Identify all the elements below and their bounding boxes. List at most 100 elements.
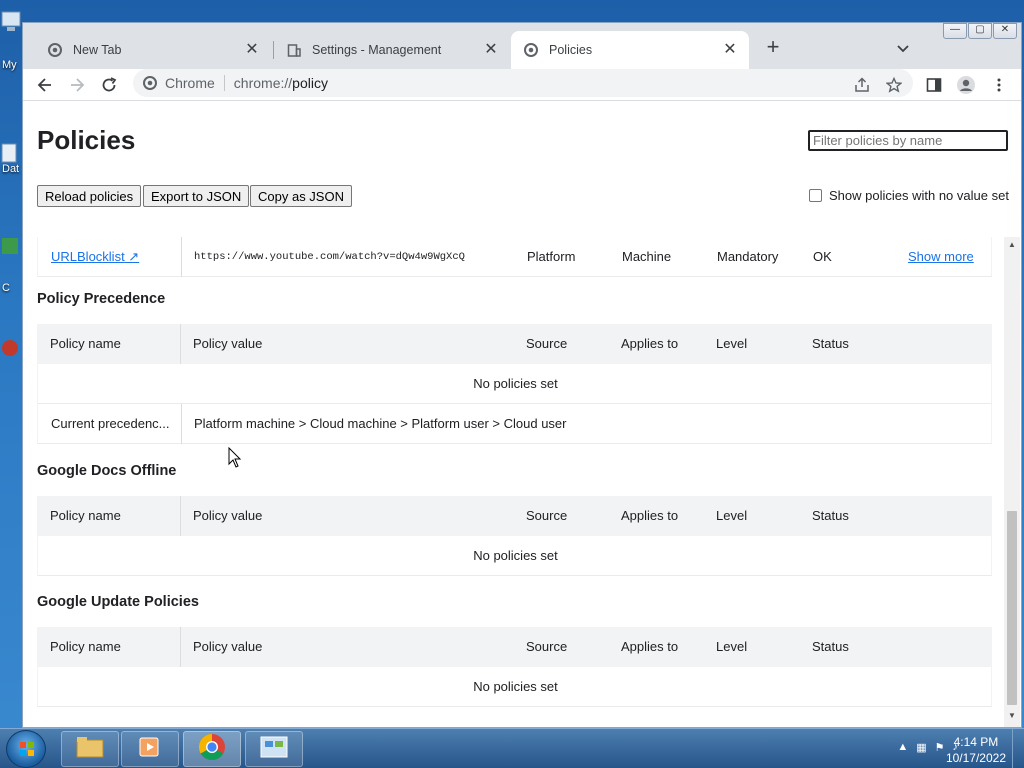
header-applies-to: Applies to xyxy=(621,639,679,654)
desktop-app-icon-green[interactable] xyxy=(0,232,22,262)
vertical-scrollbar[interactable]: ▲ ▼ xyxy=(1004,237,1020,727)
reload-button[interactable] xyxy=(95,71,123,99)
column-divider xyxy=(180,496,181,536)
taskbar-media-player[interactable] xyxy=(121,731,179,767)
policy-level: Mandatory xyxy=(717,249,779,264)
policy-value: https://www.youtube.com/watch?v=dQw4w9Wg… xyxy=(194,251,465,263)
close-icon[interactable]: ✕ xyxy=(721,41,739,59)
media-player-icon xyxy=(137,735,163,764)
table-header: Policy name Policy value Source Applies … xyxy=(37,324,992,364)
share-icon[interactable] xyxy=(848,71,876,99)
export-json-button[interactable]: Export to JSON xyxy=(143,185,250,207)
filter-policies-input[interactable] xyxy=(808,130,1008,151)
header-policy-name: Policy name xyxy=(50,508,121,523)
policy-name-link[interactable]: URLBlocklist ↗ xyxy=(51,237,139,277)
tab-policies[interactable]: Policies ✕ xyxy=(511,31,749,69)
tab-new-tab[interactable]: New Tab ✕ xyxy=(35,31,271,69)
policy-applies-to: Machine xyxy=(622,249,672,264)
url-path: policy xyxy=(292,75,328,91)
show-more-link[interactable]: Show more xyxy=(908,237,974,277)
show-hidden-icons-icon[interactable]: ▲ xyxy=(897,741,908,754)
desktop-computer-icon[interactable] xyxy=(0,8,22,38)
folder-icon xyxy=(75,735,105,764)
column-divider xyxy=(181,404,182,444)
header-status: Status xyxy=(812,639,849,654)
table-row: Current precedenc... Platform machine > … xyxy=(37,404,992,444)
column-divider xyxy=(180,627,181,667)
tab-settings-management[interactable]: Settings - Management ✕ xyxy=(274,31,510,69)
close-icon[interactable]: ✕ xyxy=(482,41,500,59)
close-window-button[interactable]: ✕ xyxy=(993,23,1017,39)
copy-json-button[interactable]: Copy as JSON xyxy=(250,185,352,207)
header-source: Source xyxy=(526,336,568,351)
header-policy-value: Policy value xyxy=(193,639,263,654)
desktop-app-icon-red[interactable] xyxy=(0,332,22,362)
chrome-icon xyxy=(47,42,63,58)
new-tab-button[interactable]: + xyxy=(761,36,785,60)
taskbar-control-panel[interactable] xyxy=(245,731,303,767)
chrome-icon xyxy=(523,42,539,58)
table-row: No policies set xyxy=(37,364,992,404)
show-no-value-label: Show policies with no value set xyxy=(829,188,1009,203)
chrome-icon xyxy=(197,732,227,767)
desktop-label-computer: My xyxy=(2,59,17,71)
reload-policies-button[interactable]: Reload policies xyxy=(37,185,142,207)
external-link-icon: ↗ xyxy=(124,249,140,264)
clock[interactable]: 4:14 PM 10/17/2022 xyxy=(946,734,1006,766)
header-level: Level xyxy=(716,336,748,351)
tab-strip: New Tab ✕ Settings - Management ✕ Polici… xyxy=(23,23,1021,69)
chrome-window: New Tab ✕ Settings - Management ✕ Polici… xyxy=(22,22,1022,728)
minimize-button[interactable]: — xyxy=(943,23,967,39)
chrome-icon[interactable] xyxy=(143,76,157,90)
header-status: Status xyxy=(812,336,849,351)
show-no-value-toggle[interactable]: Show policies with no value set xyxy=(809,188,1009,203)
taskbar-explorer[interactable] xyxy=(61,731,119,767)
scroll-up-arrow-icon[interactable]: ▲ xyxy=(1007,240,1017,249)
scroll-down-arrow-icon[interactable]: ▼ xyxy=(1007,711,1017,720)
empty-message: No policies set xyxy=(473,376,558,391)
window-controls: — ▢ ✕ xyxy=(943,23,1017,39)
building-icon xyxy=(286,42,302,58)
profile-avatar-icon[interactable] xyxy=(952,71,980,99)
side-panel-icon[interactable] xyxy=(920,71,948,99)
precedence-value: Platform machine > Cloud machine > Platf… xyxy=(194,416,567,431)
page-content: Policies Reload policies Export to JSON … xyxy=(23,101,1021,727)
header-policy-value: Policy value xyxy=(193,508,263,523)
omnibox[interactable]: Chrome chrome://policy xyxy=(133,69,913,97)
network-icon[interactable]: ▦ xyxy=(916,741,926,754)
column-divider xyxy=(180,324,181,364)
column-divider xyxy=(181,237,182,277)
tab-title: New Tab xyxy=(73,43,122,57)
desktop-label-data: Dat xyxy=(2,163,20,175)
table-row: No policies set xyxy=(37,536,992,576)
header-applies-to: Applies to xyxy=(621,336,679,351)
action-center-flag-icon[interactable]: ⚑ xyxy=(935,741,945,754)
menu-kebab-icon[interactable] xyxy=(985,71,1013,99)
show-desktop-button[interactable] xyxy=(1012,729,1024,768)
bookmark-star-icon[interactable] xyxy=(880,71,908,99)
omnibox-url[interactable]: chrome://policy xyxy=(234,75,328,91)
url-scheme: chrome:// xyxy=(233,75,293,91)
scrollbar-thumb[interactable] xyxy=(1007,511,1017,705)
empty-message: No policies set xyxy=(473,679,558,694)
control-panel-icon xyxy=(259,735,289,764)
empty-message: No policies set xyxy=(473,548,558,563)
forward-button[interactable] xyxy=(63,71,91,99)
desktop-label-c: C xyxy=(2,282,10,294)
start-button[interactable] xyxy=(6,730,46,768)
restore-button[interactable]: ▢ xyxy=(968,23,992,39)
tab-search-chevron-down-icon[interactable] xyxy=(893,38,913,58)
taskbar-chrome[interactable] xyxy=(183,731,241,767)
header-policy-name: Policy name xyxy=(50,639,121,654)
header-status: Status xyxy=(812,508,849,523)
show-no-value-checkbox[interactable] xyxy=(809,189,822,202)
policy-name-text: URLBlocklist xyxy=(51,249,125,264)
policy-status: OK xyxy=(813,249,832,264)
omnibox-divider xyxy=(223,75,225,91)
back-button[interactable] xyxy=(31,71,59,99)
table-row: No policies set xyxy=(37,667,992,707)
tab-title: Settings - Management xyxy=(312,43,442,57)
header-source: Source xyxy=(526,508,568,523)
page-title: Policies xyxy=(37,125,136,155)
close-icon[interactable]: ✕ xyxy=(243,41,261,59)
